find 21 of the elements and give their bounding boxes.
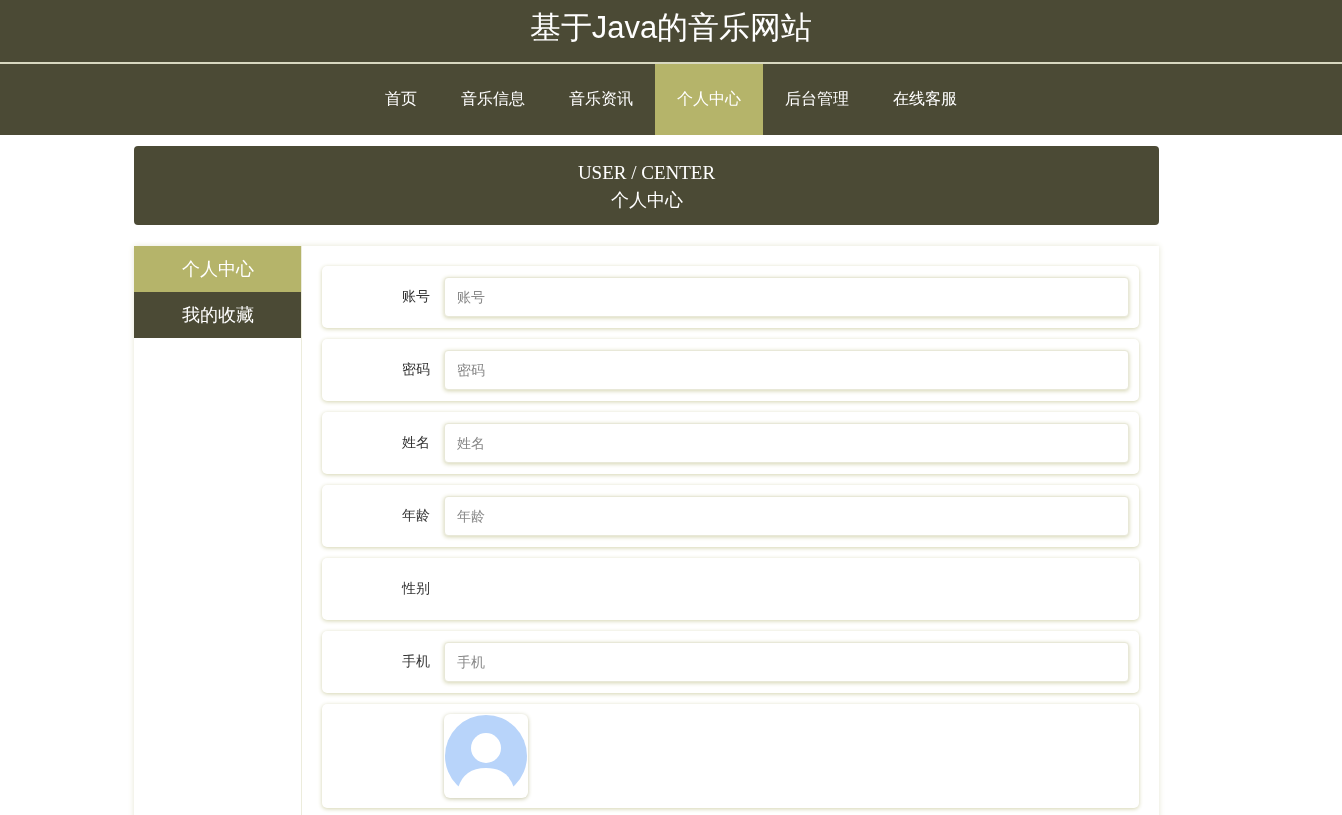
field-label: 姓名 <box>401 434 431 452</box>
nav-item[interactable]: 音乐资讯 <box>547 64 655 135</box>
input-field[interactable]: 密码 <box>444 350 1129 390</box>
field-label: 年龄 <box>401 507 431 525</box>
nav-item[interactable]: 在线客服 <box>871 64 979 135</box>
banner-title: USER / CENTER <box>577 160 716 185</box>
field-label: 账号 <box>401 288 431 306</box>
sidebar-item[interactable]: 我的收藏 <box>134 292 301 338</box>
avatar-icon[interactable] <box>444 714 528 798</box>
site-title: 基于Java的音乐网站 <box>529 9 813 47</box>
field-label: 手机 <box>401 653 431 671</box>
input-field[interactable]: 手机 <box>444 642 1129 682</box>
input-field[interactable]: 账号 <box>444 277 1129 317</box>
nav-item[interactable]: 音乐信息 <box>439 64 547 135</box>
input-field[interactable]: 年龄 <box>444 496 1129 536</box>
banner-subtitle: 个人中心 <box>610 188 683 212</box>
nav-item[interactable]: 首页 <box>363 64 439 135</box>
input-field[interactable]: 姓名 <box>444 423 1129 463</box>
field-label: 密码 <box>401 361 431 379</box>
field-label: 性别 <box>400 580 431 598</box>
nav-item[interactable]: 后台管理 <box>763 64 871 135</box>
